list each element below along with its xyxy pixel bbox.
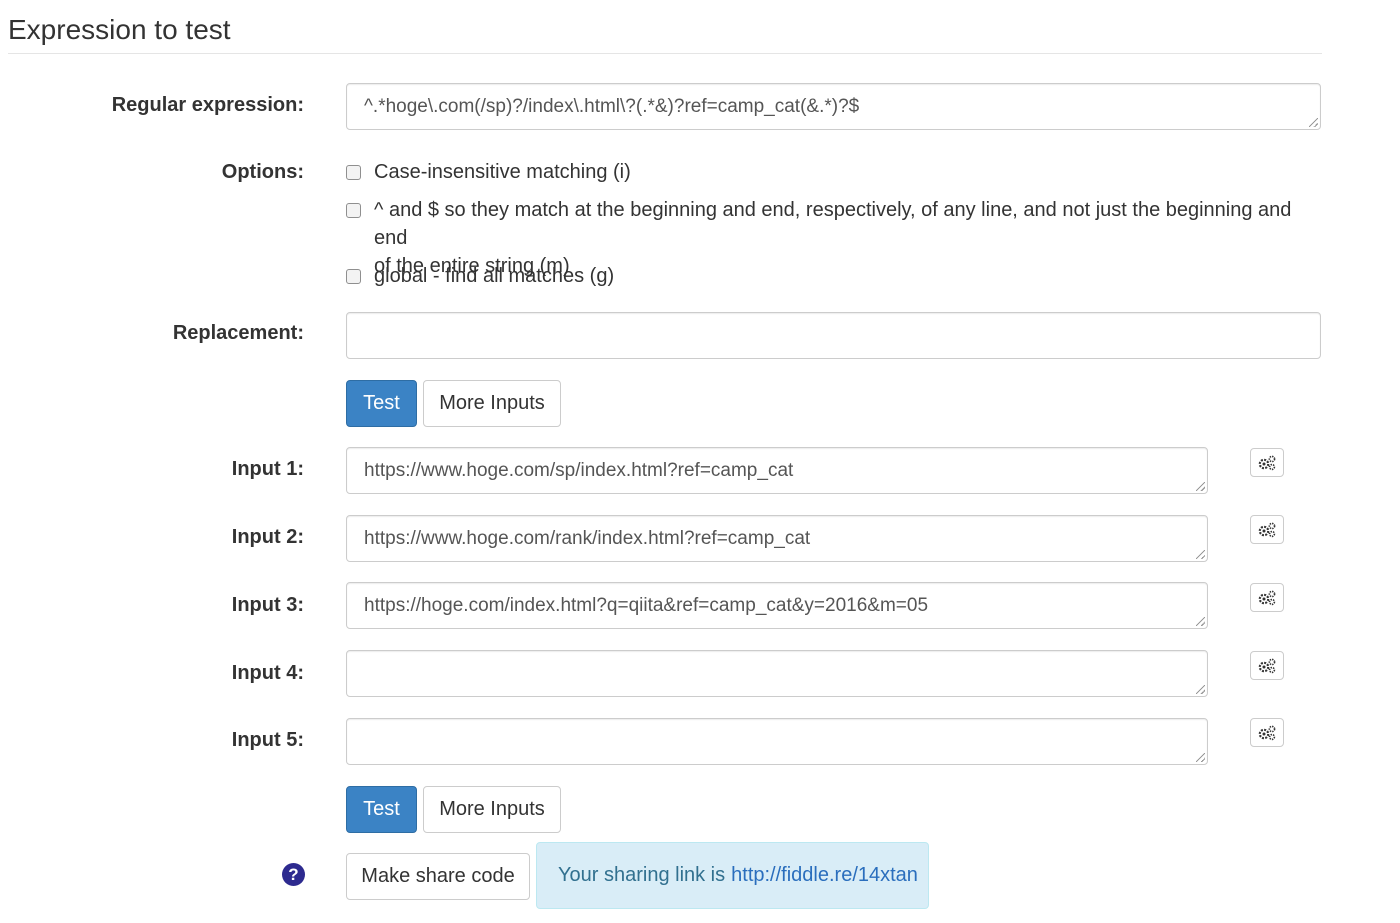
global-label: global - find all matches (g): [374, 265, 615, 287]
resize-grip-icon[interactable]: [1309, 118, 1318, 127]
input-2-field[interactable]: https://www.hoge.com/rank/index.html?ref…: [346, 515, 1208, 562]
make-share-code-button[interactable]: Make share code: [346, 853, 530, 900]
gears-icon: [1258, 590, 1276, 605]
input-5-label: Input 5:: [231, 729, 304, 751]
input-5-field[interactable]: [346, 718, 1208, 765]
case-insensitive-checkbox[interactable]: [346, 165, 361, 180]
gears-icon: [1258, 725, 1276, 740]
input-2-options-button[interactable]: [1250, 515, 1284, 544]
case-insensitive-label: Case-insensitive matching (i): [374, 161, 631, 183]
input-5-options-button[interactable]: [1250, 718, 1284, 747]
share-link-alert: Your sharing link is http://fiddle.re/14…: [536, 842, 929, 909]
input-3-value: https://hoge.com/index.html?q=qiita&ref=…: [364, 594, 929, 616]
input-1-field[interactable]: https://www.hoge.com/sp/index.html?ref=c…: [346, 447, 1208, 494]
replacement-label: Replacement:: [172, 322, 304, 344]
regex-input[interactable]: ^.*hoge\.com(/sp)?/index\.html\?(.*&)?re…: [346, 83, 1321, 130]
options-label: Options:: [221, 161, 304, 183]
multiline-checkbox[interactable]: [346, 203, 361, 218]
multiline-label-line1: ^ and $ so they match at the beginning a…: [374, 199, 1292, 249]
gears-icon: [1258, 522, 1276, 537]
input-4-options-button[interactable]: [1250, 651, 1284, 680]
section-divider: [8, 53, 1322, 54]
gears-icon: [1258, 455, 1276, 470]
input-4-label: Input 4:: [231, 662, 304, 684]
input-1-label: Input 1:: [231, 458, 304, 480]
input-3-options-button[interactable]: [1250, 583, 1284, 612]
section-title: Expression to test: [8, 14, 231, 45]
gears-icon: [1258, 658, 1276, 673]
share-link-prefix: Your sharing link is: [558, 864, 726, 886]
option-global[interactable]: global - find all matches (g): [346, 262, 1316, 290]
test-button-bottom[interactable]: Test: [346, 786, 417, 833]
test-button[interactable]: Test: [346, 380, 417, 427]
resize-grip-icon[interactable]: [1196, 753, 1205, 762]
more-inputs-button-bottom[interactable]: More Inputs: [423, 786, 561, 833]
input-3-label: Input 3:: [231, 594, 304, 616]
input-1-value: https://www.hoge.com/sp/index.html?ref=c…: [364, 459, 794, 481]
resize-grip-icon[interactable]: [1196, 550, 1205, 559]
more-inputs-button[interactable]: More Inputs: [423, 380, 561, 427]
resize-grip-icon[interactable]: [1196, 685, 1205, 694]
option-case-insensitive[interactable]: Case-insensitive matching (i): [346, 158, 1316, 186]
input-1-options-button[interactable]: [1250, 448, 1284, 477]
share-link[interactable]: http://fiddle.re/14xtan: [731, 864, 918, 887]
question-circle-icon[interactable]: ?: [282, 863, 305, 886]
input-4-field[interactable]: [346, 650, 1208, 697]
regex-label: Regular expression:: [111, 94, 304, 116]
input-2-label: Input 2:: [231, 526, 304, 548]
global-checkbox[interactable]: [346, 269, 361, 284]
resize-grip-icon[interactable]: [1196, 617, 1205, 626]
regex-value: ^.*hoge\.com(/sp)?/index\.html\?(.*&)?re…: [364, 95, 860, 117]
resize-grip-icon[interactable]: [1196, 482, 1205, 491]
input-2-value: https://www.hoge.com/rank/index.html?ref…: [364, 527, 811, 549]
replacement-input[interactable]: [346, 312, 1321, 359]
input-3-field[interactable]: https://hoge.com/index.html?q=qiita&ref=…: [346, 582, 1208, 629]
